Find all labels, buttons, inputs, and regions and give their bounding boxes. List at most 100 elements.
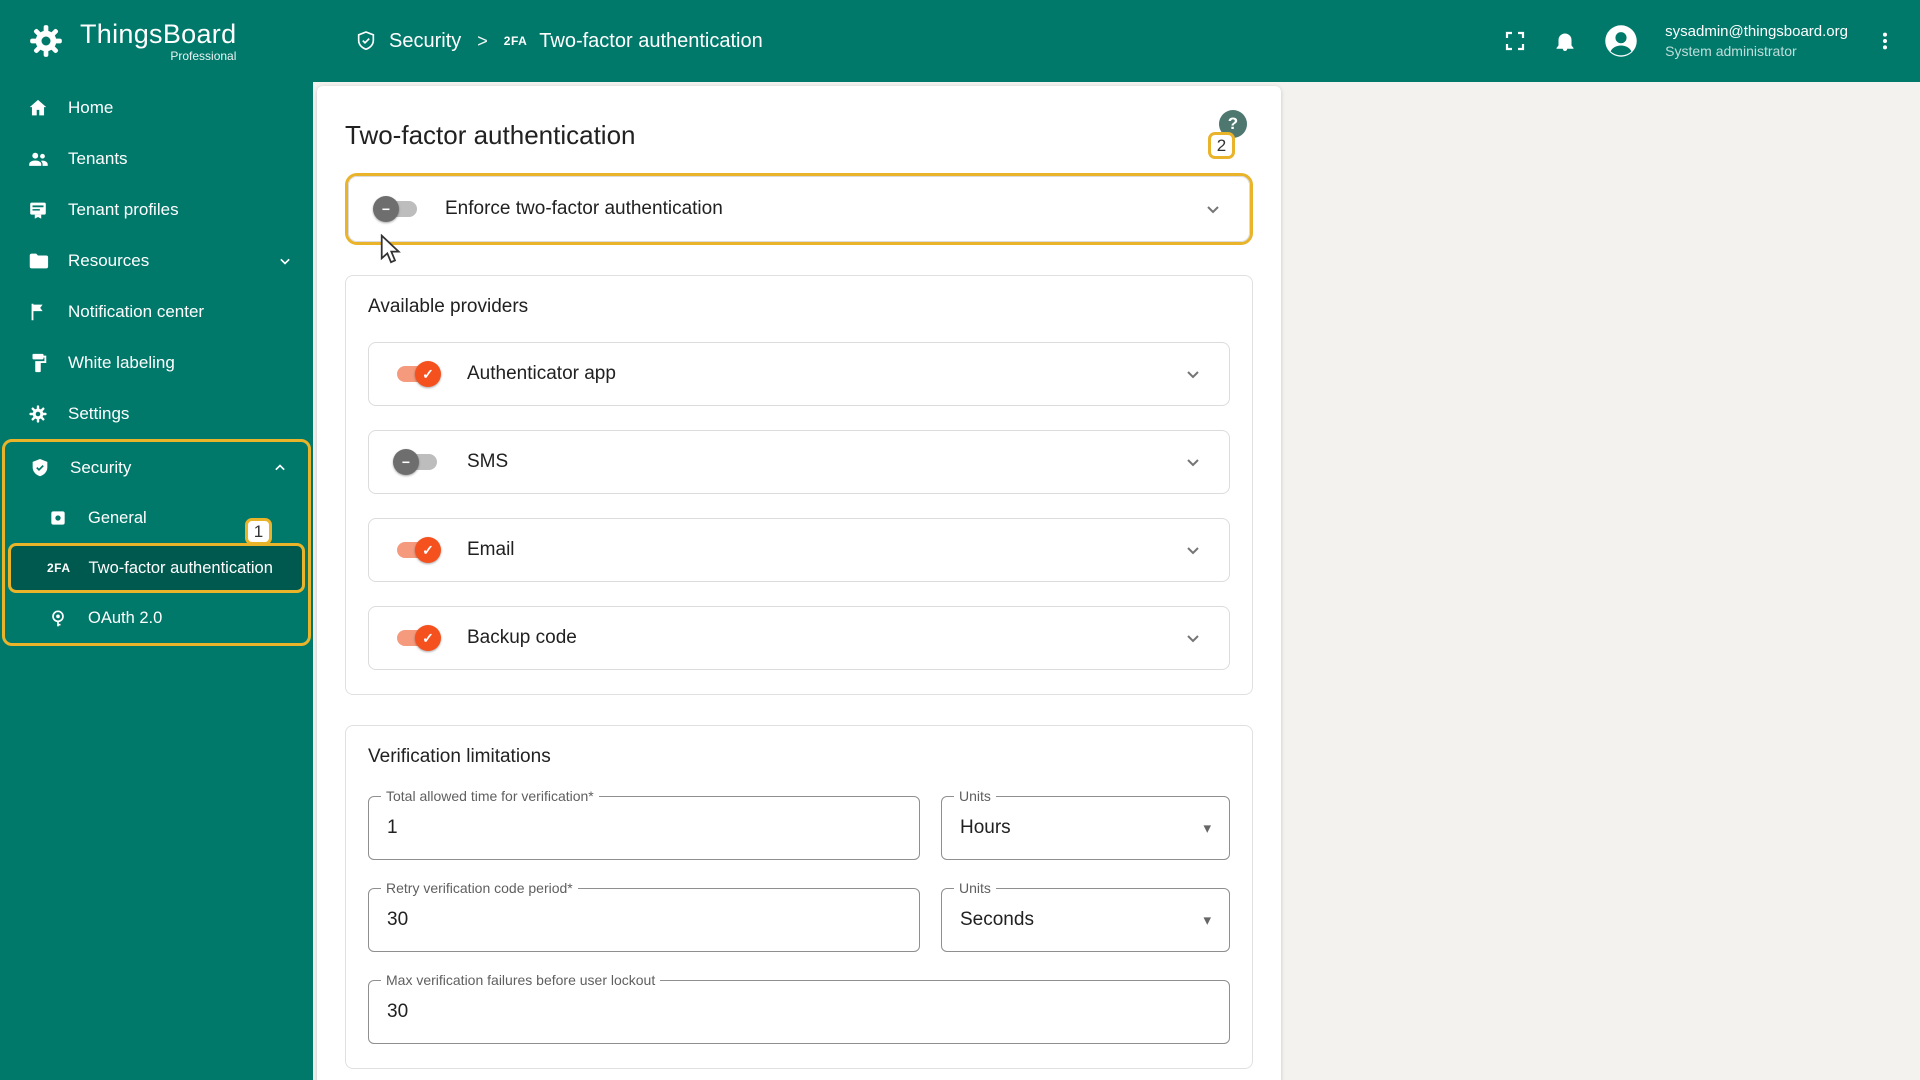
main-content: Two-factor authentication ? 2 − Enforce …	[313, 82, 1920, 1080]
oauth-icon	[46, 606, 70, 630]
max-failures-row: Max verification failures before user lo…	[368, 972, 1230, 1044]
field-value: Hours	[960, 817, 1011, 838]
field-label: Units	[954, 880, 996, 896]
folder-icon	[26, 249, 50, 273]
chevron-down-icon	[273, 249, 297, 273]
page-title: Two-factor authentication	[345, 120, 636, 150]
brand-text: ThingsBoard Professional	[80, 18, 237, 63]
retry-period-field[interactable]: Retry verification code period* 30	[368, 880, 920, 952]
toggle-thumb-minus-icon: −	[373, 196, 399, 222]
field-value: 30	[387, 909, 409, 930]
sidebar-item-two-factor-authentication[interactable]: 2FA Two-factor authentication	[8, 543, 305, 593]
provider-email[interactable]: ✓ Email	[368, 518, 1230, 582]
provider-label: Backup code	[467, 627, 577, 648]
available-providers-section: Available providers ✓ Authenticator app …	[345, 275, 1253, 695]
shield-icon	[28, 456, 52, 480]
breadcrumb-security[interactable]: Security	[389, 30, 461, 53]
sidebar-item-resources[interactable]: Resources	[0, 235, 313, 286]
sidebar-item-label: Settings	[68, 403, 130, 423]
sidebar-item-label: Resources	[68, 250, 150, 270]
help-question-glyph: ?	[1227, 114, 1239, 133]
provider-label: Email	[467, 539, 515, 560]
retry-period-row: Retry verification code period* 30 Units…	[368, 880, 1230, 952]
annotation-badge-2: 2	[1208, 132, 1235, 159]
sidebar-item-tenants[interactable]: Tenants	[0, 133, 313, 184]
2fa-icon: 2FA	[503, 34, 528, 48]
field-label: Max verification failures before user lo…	[381, 972, 661, 988]
provider-authenticator-app[interactable]: ✓ Authenticator app	[368, 342, 1230, 406]
select-arrow-icon: ▾	[1203, 912, 1211, 929]
chevron-down-icon	[1181, 450, 1205, 474]
paint-icon	[26, 351, 50, 375]
kebab-menu-icon[interactable]	[1874, 30, 1896, 52]
enforce-2fa-toggle[interactable]: −	[373, 196, 421, 222]
provider-sms[interactable]: − SMS	[368, 430, 1230, 494]
sidebar-item-white-labeling[interactable]: White labeling	[0, 337, 313, 388]
app-root: ThingsBoard Professional Security > 2FA …	[0, 0, 1920, 1080]
brand-logo[interactable]: ThingsBoard Professional	[0, 19, 313, 63]
people-icon	[26, 147, 50, 171]
provider-label: Authenticator app	[467, 363, 616, 384]
enforce-annotation-outline: − Enforce two-factor authentication	[345, 173, 1253, 245]
sidebar-item-home[interactable]: Home	[0, 82, 313, 133]
field-value: 30	[387, 1001, 409, 1022]
limitations-heading: Verification limitations	[368, 746, 551, 767]
general-settings-icon	[46, 506, 70, 530]
sidebar-item-label: Notification center	[68, 301, 205, 321]
sidebar-item-notification-center[interactable]: Notification center	[0, 286, 313, 337]
field-label: Total allowed time for verification*	[381, 788, 599, 804]
chevron-up-icon	[268, 456, 292, 480]
chevron-down-icon	[1181, 362, 1205, 386]
sidebar-item-label: Security	[70, 457, 132, 477]
retry-period-units-select[interactable]: Units Seconds ▾	[941, 880, 1230, 952]
thingsboard-logo-icon	[24, 19, 68, 63]
providers-heading: Available providers	[368, 296, 529, 317]
sidebar: Home Tenants Tenant profiles Resources N…	[0, 82, 313, 1080]
sidebar-item-oauth[interactable]: OAuth 2.0	[5, 593, 308, 643]
toggle-thumb-minus-icon: −	[393, 449, 419, 475]
backup-code-toggle[interactable]: ✓	[393, 625, 441, 651]
user-info: sysadmin@thingsboard.org System administ…	[1665, 22, 1848, 60]
user-email: sysadmin@thingsboard.org	[1665, 23, 1848, 41]
email-toggle[interactable]: ✓	[393, 537, 441, 563]
sidebar-item-label: Tenant profiles	[68, 199, 179, 219]
authenticator-app-toggle[interactable]: ✓	[393, 361, 441, 387]
chevron-down-icon	[1201, 197, 1225, 221]
provider-label: SMS	[467, 451, 509, 472]
fullscreen-icon[interactable]	[1503, 29, 1527, 53]
sidebar-item-tenant-profiles[interactable]: Tenant profiles	[0, 184, 313, 235]
user-role: System administrator	[1665, 42, 1797, 59]
brand-edition: Professional	[170, 48, 237, 63]
total-time-units-select[interactable]: Units Hours ▾	[941, 788, 1230, 860]
breadcrumb-page-title: Two-factor authentication	[539, 29, 763, 52]
field-label: Retry verification code period*	[381, 880, 578, 896]
notifications-bell-icon[interactable]	[1553, 29, 1577, 53]
avatar[interactable]	[1603, 23, 1639, 59]
gear-icon	[26, 402, 50, 426]
field-value: Seconds	[960, 909, 1034, 930]
sidebar-item-label: White labeling	[68, 352, 175, 372]
total-time-row: Total allowed time for verification* 1 U…	[368, 788, 1230, 860]
total-time-field[interactable]: Total allowed time for verification* 1	[368, 788, 920, 860]
chevron-down-icon	[1181, 538, 1205, 562]
breadcrumb: Security > 2FA Two-factor authentication	[313, 30, 763, 53]
sidebar-item-label: Two-factor authentication	[88, 558, 273, 577]
header-actions: sysadmin@thingsboard.org System administ…	[1503, 22, 1920, 60]
verification-limitations-section: Verification limitations Total allowed t…	[345, 725, 1253, 1069]
sms-toggle[interactable]: −	[393, 449, 441, 475]
sidebar-item-label: Tenants	[68, 148, 128, 168]
sidebar-item-settings[interactable]: Settings	[0, 388, 313, 439]
brand-name: ThingsBoard	[80, 18, 237, 49]
chevron-down-icon	[1181, 626, 1205, 650]
provider-backup-code[interactable]: ✓ Backup code	[368, 606, 1230, 670]
max-failures-field[interactable]: Max verification failures before user lo…	[368, 972, 1230, 1044]
breadcrumb-separator: >	[477, 30, 488, 51]
security-group-annotation: Security General 2FA Two-factor authenti…	[2, 439, 311, 646]
enforce-2fa-panel[interactable]: − Enforce two-factor authentication	[348, 176, 1250, 242]
sidebar-item-security[interactable]: Security	[5, 442, 308, 493]
select-arrow-icon: ▾	[1203, 820, 1211, 837]
toggle-thumb-check-icon: ✓	[415, 625, 441, 651]
toggle-thumb-check-icon: ✓	[415, 361, 441, 387]
field-label: Units	[954, 788, 996, 804]
enforce-2fa-label: Enforce two-factor authentication	[445, 198, 723, 219]
